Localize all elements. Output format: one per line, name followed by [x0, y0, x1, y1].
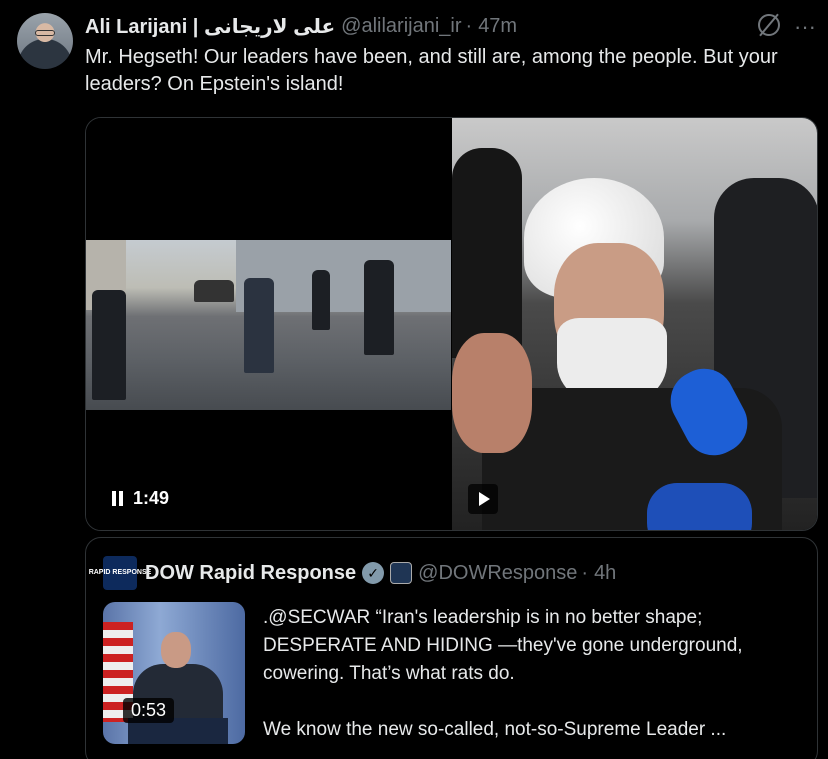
quote-avatar[interactable]: RAPID RESPONSE	[89, 556, 151, 590]
separator-dot: ·	[581, 561, 589, 584]
author-name[interactable]: Ali Larijani | علی لاریجانی	[85, 14, 335, 39]
tweet-actions: ···	[758, 14, 816, 40]
quote-text-paragraph: .@SECWAR “Iran's leadership is in no bet…	[263, 607, 743, 684]
pause-icon[interactable]	[112, 491, 123, 506]
quote-video-thumbnail[interactable]: 0:53	[103, 602, 245, 744]
author-handle[interactable]: @alilarijani_ir	[341, 15, 461, 38]
quote-header: RAPID RESPONSE DOW Rapid Response ✓ @DOW…	[89, 556, 616, 590]
video-right[interactable]	[452, 118, 817, 530]
affiliation-badge-icon	[390, 562, 413, 584]
video-duration: 1:49	[112, 488, 169, 509]
separator-dot: ·	[465, 14, 473, 37]
tweet-text: Mr. Hegseth! Our leaders have been, and …	[85, 46, 778, 95]
more-icon[interactable]: ···	[794, 14, 816, 40]
quote-video-duration: 0:53	[123, 698, 175, 723]
duration-label: 1:49	[133, 488, 170, 508]
tweet-time[interactable]: 47m	[478, 15, 517, 38]
video-left[interactable]: 1:49	[86, 118, 451, 530]
quote-time[interactable]: 4h	[594, 562, 616, 585]
avatar-glasses	[35, 30, 55, 36]
author-avatar[interactable]	[17, 13, 73, 69]
microphone	[647, 483, 752, 530]
quote-author-name[interactable]: DOW Rapid Response	[145, 562, 356, 585]
verified-badge-icon: ✓	[362, 562, 385, 584]
quoted-tweet[interactable]: RAPID RESPONSE DOW Rapid Response ✓ @DOW…	[85, 537, 818, 759]
grok-icon[interactable]	[758, 14, 781, 36]
avatar-text: RAPID RESPONSE	[88, 569, 152, 576]
quote-text: .@SECWAR “Iran's leadership is in no bet…	[263, 604, 808, 744]
tweet-header: Ali Larijani | علی لاریجانی @alilarijani…	[85, 12, 517, 40]
quote-text-paragraph: We know the new so-called, not-so-Suprem…	[263, 719, 727, 740]
media-grid: 1:49	[85, 117, 818, 531]
street-video-frame	[86, 240, 451, 410]
play-icon[interactable]	[468, 484, 498, 514]
quote-handle[interactable]: @DOWResponse	[418, 562, 577, 585]
